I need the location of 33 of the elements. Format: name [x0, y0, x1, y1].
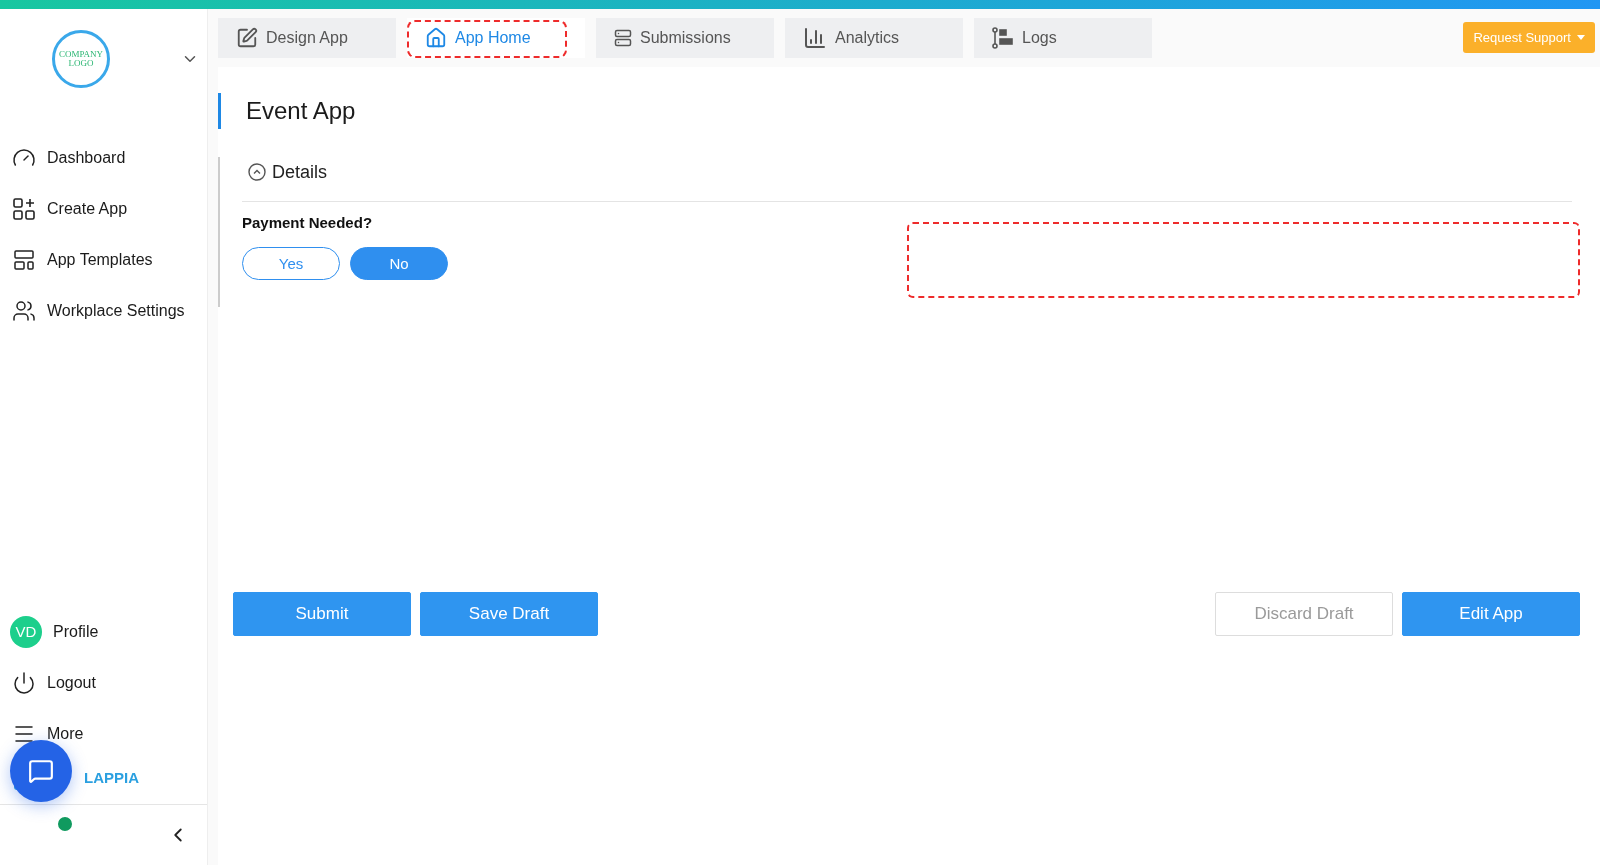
sidebar-item[interactable]: Create App — [12, 192, 207, 225]
people-icon — [12, 298, 36, 323]
grid-plus-icon — [12, 196, 36, 221]
server-icon — [614, 29, 632, 47]
option-button[interactable]: Yes — [242, 247, 340, 280]
layout-icon — [12, 247, 36, 272]
collapse-icon — [248, 163, 266, 181]
avatar: VD — [10, 615, 42, 648]
caret-icon — [1577, 35, 1585, 40]
home-icon — [425, 27, 447, 49]
tab[interactable]: App Home — [407, 18, 585, 58]
chat-icon — [28, 758, 54, 784]
brand-name: LAPPIA — [84, 768, 139, 786]
bar-chart-icon — [803, 26, 827, 50]
sidebar-item[interactable]: More — [12, 717, 207, 750]
logs-icon — [992, 27, 1014, 49]
field-label: Payment Needed? — [242, 214, 374, 231]
company-logo: COMPANY LOGO — [52, 30, 110, 88]
chat-button[interactable] — [10, 740, 72, 802]
page-title: Event App — [246, 97, 356, 125]
sidebar-item[interactable]: Logout — [12, 666, 207, 699]
edit-icon — [236, 27, 258, 49]
tab[interactable]: Design App — [218, 18, 396, 58]
power-icon — [12, 670, 36, 695]
tab[interactable]: Submissions — [596, 18, 774, 58]
section-header[interactable]: Details — [242, 157, 1580, 187]
tab[interactable]: Logs — [974, 18, 1152, 58]
online-dot — [56, 815, 74, 833]
sidebar-item[interactable]: Dashboard — [12, 141, 207, 174]
tab[interactable]: Analytics — [785, 18, 963, 58]
profile-item[interactable]: VD Profile — [12, 615, 207, 648]
sidebar-item[interactable]: Workplace Settings — [12, 294, 207, 327]
sidebar-item[interactable]: App Templates — [12, 243, 207, 276]
